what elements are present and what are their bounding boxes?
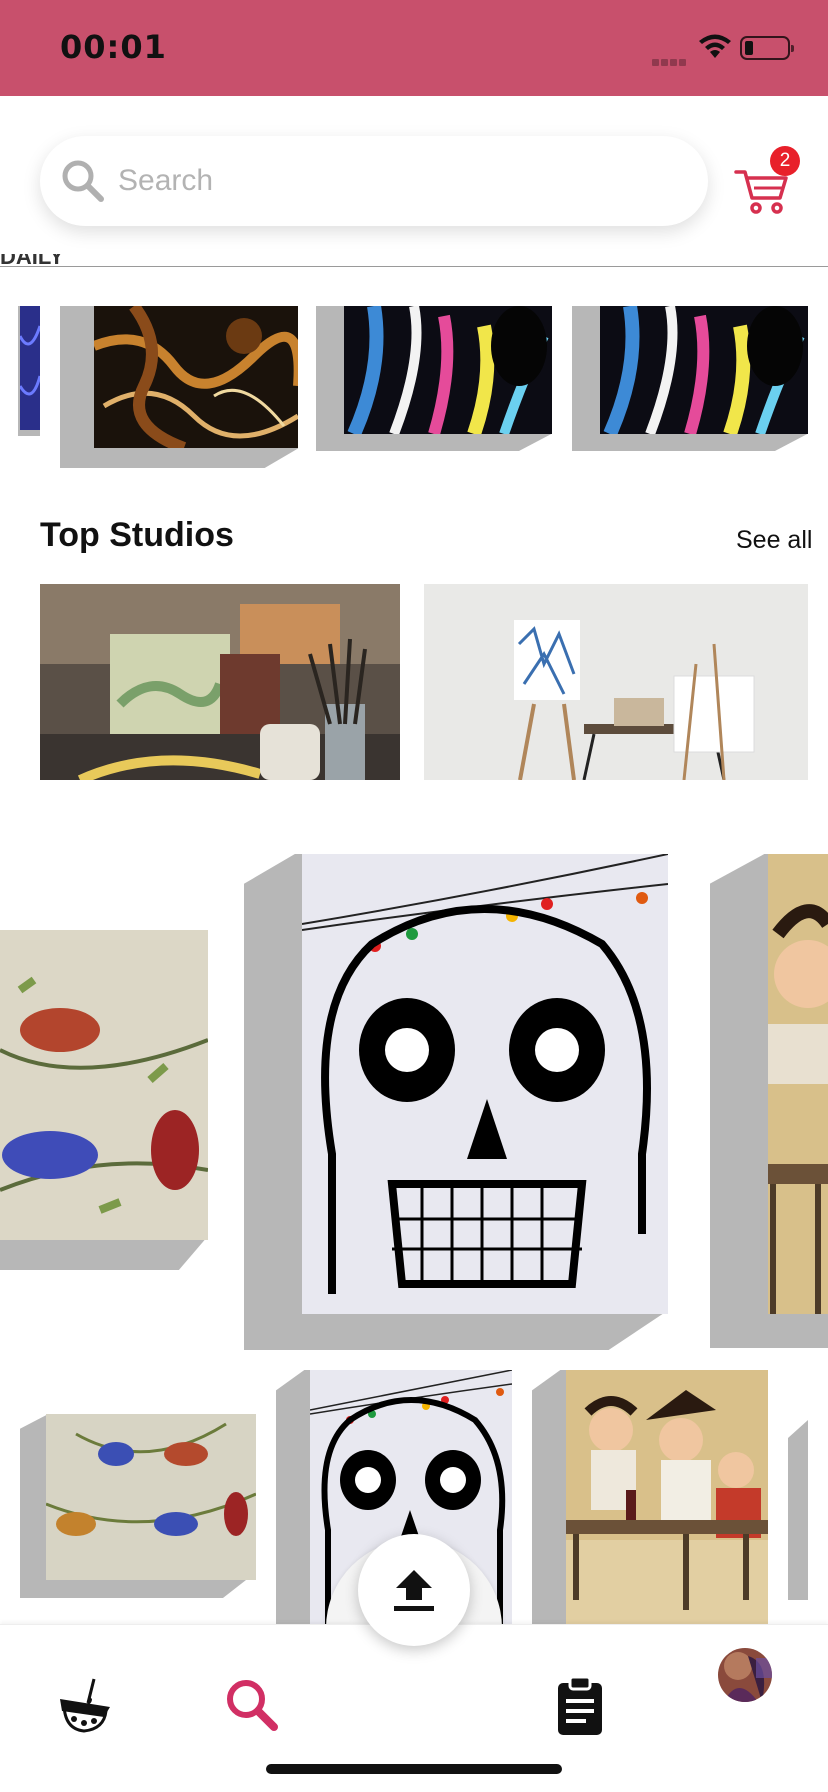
artwork-card[interactable] [788, 1420, 828, 1600]
studio-card[interactable] [424, 584, 808, 780]
artwork-card[interactable] [532, 1370, 768, 1624]
upload-icon [394, 1570, 434, 1611]
see-all-link[interactable]: See all [736, 526, 812, 555]
artwork-card[interactable] [60, 306, 298, 468]
artwork-card[interactable] [316, 306, 552, 451]
studio-card[interactable] [40, 584, 400, 780]
cart-button[interactable]: 2 [732, 146, 812, 218]
battery-icon [740, 36, 794, 60]
top-studios-title: Top Studios [40, 516, 234, 554]
avatar[interactable] [718, 1648, 772, 1702]
search-icon [227, 1680, 278, 1731]
wifi-icon [699, 34, 731, 58]
section-heading-partial: DAILY [0, 254, 90, 266]
artwork-card[interactable] [244, 854, 668, 1350]
cellular-signal-icon [652, 51, 688, 70]
upload-button[interactable] [358, 1534, 470, 1646]
home-indicator [266, 1764, 562, 1774]
artwork-card[interactable] [0, 930, 208, 1270]
status-time: 00:01 [60, 28, 167, 66]
artwork-card[interactable] [20, 1414, 256, 1598]
search-input[interactable] [118, 154, 678, 208]
artwork-card[interactable] [572, 306, 808, 451]
tab-orders[interactable] [548, 1673, 612, 1737]
artwork-card[interactable] [710, 854, 828, 1348]
search-bar[interactable] [40, 136, 708, 226]
cart-badge: 2 [770, 146, 800, 176]
status-bar: 00:01 [0, 0, 828, 96]
profile-avatar-image [718, 1648, 772, 1702]
tab-studio[interactable] [54, 1673, 118, 1737]
clipboard-icon [558, 1675, 602, 1735]
palette-icon [60, 1678, 110, 1733]
divider [0, 266, 828, 267]
artwork-card[interactable] [0, 306, 40, 436]
search-icon [62, 160, 104, 202]
tab-search[interactable] [220, 1673, 284, 1737]
